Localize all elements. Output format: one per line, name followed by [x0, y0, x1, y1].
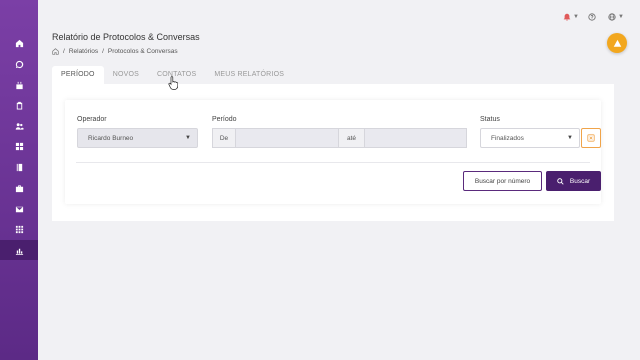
help-button[interactable]	[588, 12, 596, 22]
close-square-icon	[587, 134, 595, 142]
tab-novos[interactable]: NOVOS	[104, 66, 148, 84]
sidebar-item-mail[interactable]	[0, 199, 38, 219]
filter-card: Operador Ricardo Burneo ▼ Período De até…	[65, 100, 601, 204]
book-icon	[16, 163, 22, 171]
chevron-down-icon: ▼	[185, 135, 191, 141]
chevron-down-icon: ▼	[567, 135, 573, 141]
search-icon	[557, 177, 564, 185]
tab-meus-relatorios[interactable]: MEUS RELATÓRIOS	[205, 66, 293, 84]
calendar-icon	[15, 81, 23, 89]
warning-icon	[613, 39, 621, 47]
home-icon[interactable]	[52, 48, 59, 55]
clipboard-icon	[16, 101, 22, 110]
sidebar-item-book[interactable]	[0, 157, 38, 177]
search-by-number-button[interactable]: Buscar por número	[463, 171, 542, 191]
search-button[interactable]: Buscar	[546, 171, 601, 191]
whatsapp-icon	[15, 60, 23, 68]
status-select[interactable]: Finalizados ▼	[480, 128, 580, 148]
period-to-input[interactable]	[364, 128, 467, 148]
sidebar-item-apps[interactable]	[0, 219, 38, 239]
sidebar-item-whatsapp[interactable]	[0, 54, 38, 74]
chart-icon	[15, 248, 23, 255]
hand-cursor-icon	[168, 76, 178, 90]
help-icon	[588, 13, 596, 21]
page-title: Relatório de Protocolos & Conversas	[52, 32, 200, 42]
grid-icon	[15, 142, 23, 150]
operator-label: Operador	[77, 116, 107, 123]
sidebar-item-calendar[interactable]	[0, 75, 38, 95]
breadcrumb-separator: /	[63, 48, 65, 55]
sidebar-item-reports[interactable]	[0, 240, 38, 260]
breadcrumb-item-reports[interactable]: Relatórios	[69, 48, 98, 55]
sidebar	[0, 0, 38, 360]
period-to-addon: até	[338, 128, 365, 148]
chevron-down-icon: ▼	[573, 14, 579, 20]
tab-periodo[interactable]: PERÍODO	[52, 66, 104, 84]
breadcrumb-item-current: Protocolos & Conversas	[107, 48, 178, 55]
search-button-label: Buscar	[569, 177, 591, 185]
clear-status-button[interactable]	[581, 128, 601, 148]
apps-icon	[15, 225, 23, 233]
sidebar-item-briefcase[interactable]	[0, 178, 38, 198]
mail-icon	[15, 206, 23, 212]
operator-value: Ricardo Burneo	[88, 134, 134, 142]
status-label: Status	[480, 116, 500, 123]
operator-select[interactable]: Ricardo Burneo ▼	[77, 128, 198, 148]
language-button[interactable]: ▼	[608, 12, 624, 22]
sidebar-item-users[interactable]	[0, 116, 38, 136]
home-icon	[15, 39, 23, 47]
notifications-button[interactable]: ▼	[563, 12, 579, 22]
globe-icon	[608, 13, 616, 21]
breadcrumb: / Relatórios / Protocolos & Conversas	[52, 48, 178, 55]
divider	[76, 162, 590, 163]
bell-icon	[563, 13, 571, 21]
breadcrumb-separator: /	[102, 48, 104, 55]
status-value: Finalizados	[491, 134, 524, 142]
tab-panel: Operador Ricardo Burneo ▼ Período De até…	[52, 84, 614, 221]
sidebar-item-home[interactable]	[0, 33, 38, 53]
period-from-addon: De	[212, 128, 236, 148]
users-icon	[15, 122, 23, 130]
briefcase-icon	[15, 184, 23, 192]
alert-button[interactable]	[607, 33, 627, 53]
period-from-input[interactable]	[235, 128, 339, 148]
chevron-down-icon: ▼	[618, 14, 624, 20]
sidebar-item-clipboard[interactable]	[0, 95, 38, 115]
period-label: Período	[212, 116, 237, 123]
sidebar-item-grid[interactable]	[0, 136, 38, 156]
